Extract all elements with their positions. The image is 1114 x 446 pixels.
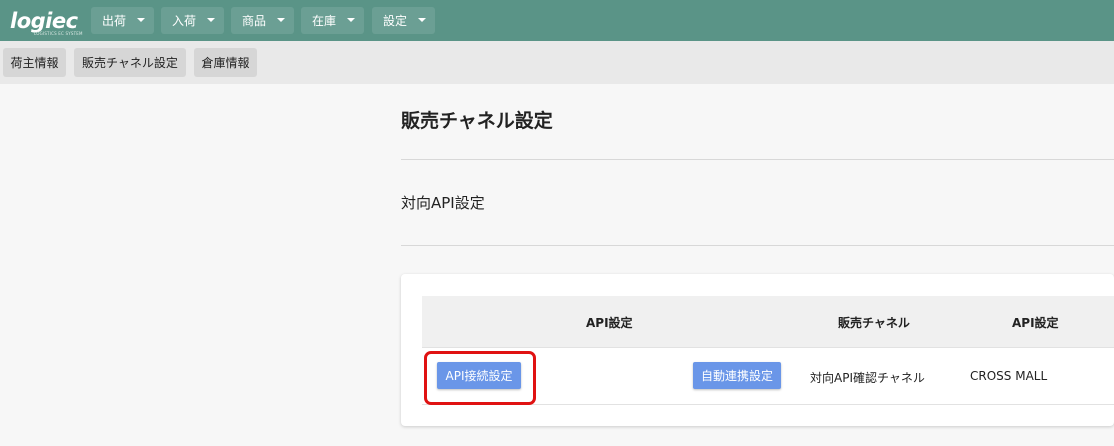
subnav-shipper-info[interactable]: 荷主情報: [3, 48, 66, 77]
subnav-sales-channel-settings[interactable]: 販売チャネル設定: [74, 48, 186, 77]
sales-channel-cell: 対向API確認チャネル: [810, 371, 925, 385]
subnav-warehouse-info[interactable]: 倉庫情報: [194, 48, 257, 77]
logo: logiec: [10, 9, 78, 33]
chevron-down-icon: [137, 18, 145, 22]
auto-link-settings-button[interactable]: 自動連携設定: [693, 362, 781, 389]
menu-products[interactable]: 商品: [231, 7, 294, 34]
menu-inventory-label: 在庫: [312, 14, 337, 28]
main-content: 販売チャネル設定 対向API設定 API設定 販売チャネル API設定 API接…: [0, 84, 1114, 446]
column-header-api: API設定: [1012, 316, 1059, 330]
chevron-down-icon: [207, 18, 215, 22]
section-title: 対向API設定: [401, 194, 485, 212]
settings-subnav: 荷主情報 販売チャネル設定 倉庫情報: [0, 41, 1114, 84]
api-settings-card: API設定 販売チャネル API設定 API接続設定 自動連携設定 対向API確…: [401, 274, 1114, 426]
divider: [401, 245, 1114, 246]
chevron-down-icon: [347, 18, 355, 22]
column-header-sales-channel: 販売チャネル: [838, 316, 910, 330]
top-navigation-bar: logiec LOGISTICS EC SYSTEM 出荷 入荷 商品 在庫 設…: [0, 0, 1114, 41]
api-cell: CROSS MALL: [970, 369, 1048, 383]
chevron-down-icon: [418, 18, 426, 22]
menu-receiving[interactable]: 入荷: [161, 7, 224, 34]
divider: [401, 159, 1114, 160]
menu-settings-label: 設定: [383, 14, 408, 28]
table-row: API接続設定 自動連携設定 対向API確認チャネル CROSS MALL: [422, 348, 1114, 405]
logo-tagline: LOGISTICS EC SYSTEM: [34, 31, 83, 36]
menu-settings[interactable]: 設定: [372, 7, 435, 34]
chevron-down-icon: [277, 18, 285, 22]
menu-shipping-label: 出荷: [102, 14, 127, 28]
column-header-api-settings: API設定: [586, 316, 633, 330]
menu-receiving-label: 入荷: [172, 14, 197, 28]
menu-inventory[interactable]: 在庫: [301, 7, 364, 34]
api-connection-settings-button[interactable]: API接続設定: [437, 362, 521, 389]
menu-shipping[interactable]: 出荷: [91, 7, 154, 34]
page-title: 販売チャネル設定: [401, 110, 553, 132]
table-header: API設定 販売チャネル API設定: [422, 296, 1114, 348]
menu-products-label: 商品: [242, 14, 267, 28]
